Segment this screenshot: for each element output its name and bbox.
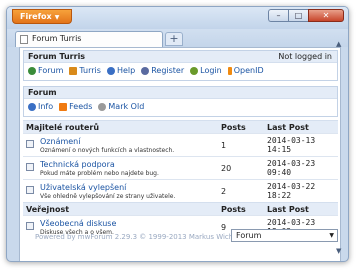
- forum-header-title-bar: Forum Turris Not logged in: [24, 51, 337, 63]
- forum-status-icon: [26, 222, 34, 231]
- nav-openid-label: OpenID: [233, 66, 264, 75]
- home-icon: [69, 66, 78, 75]
- chevron-down-icon: ▼: [54, 14, 60, 21]
- forum-post-count: 20: [218, 156, 264, 180]
- chevron-down-icon: ▼: [329, 232, 334, 239]
- rss-icon: [59, 102, 68, 111]
- nav-login-label: Login: [200, 66, 222, 75]
- table-row: Technická podpora Pokud máte problém neb…: [23, 156, 338, 180]
- category-header-row: Majitelé routerů Posts Last Post: [23, 120, 338, 134]
- forum-box-title: Forum: [28, 88, 57, 97]
- forum-title: Forum Turris: [28, 52, 86, 61]
- scroll-down-arrow-icon[interactable]: ▼: [336, 247, 341, 255]
- nav-turris-label: Turris: [79, 66, 101, 75]
- forum-box-frame: Forum Info Feeds Mark Old: [23, 86, 338, 117]
- forum-jump-select[interactable]: Forum ▼: [231, 229, 338, 242]
- forum-link-uzivatelska-vylepseni[interactable]: Uživatelská vylepšení: [40, 183, 215, 192]
- nav-turris-link[interactable]: Turris: [69, 66, 101, 75]
- close-button[interactable]: ✕: [308, 9, 344, 22]
- forum-description: Vše ohledně vylepšování ze strany uživat…: [40, 192, 176, 200]
- nav-forum-link[interactable]: Forum: [28, 66, 63, 75]
- info-icon: [28, 102, 36, 111]
- login-icon: [190, 66, 199, 75]
- page-content: Forum Turris Not logged in Forum Turris …: [19, 47, 341, 261]
- forum-description: Pokud máte problém nebo najdete bug.: [40, 169, 159, 177]
- nav-mark-old-link[interactable]: Mark Old: [98, 102, 144, 111]
- forum-link-oznameni[interactable]: Oznámení: [40, 137, 215, 146]
- nav-forum-label: Forum: [38, 66, 64, 75]
- browser-window: Firefox ▼ – □ ✕ Forum Turris + Forum Turr…: [6, 6, 349, 262]
- table-row: Oznámení Oznámení o nových funkcích a vl…: [23, 133, 338, 157]
- last-post-column-header: Last Post: [264, 202, 338, 216]
- firefox-menu-label: Firefox: [20, 12, 52, 21]
- forum-select-value: Forum: [236, 231, 262, 240]
- nav-feeds-label: Feeds: [69, 102, 93, 111]
- forum-description: Oznámení o nových funkcích a vlastnostec…: [40, 146, 175, 154]
- last-post-column-header: Last Post: [264, 120, 338, 134]
- posts-column-header: Posts: [218, 120, 264, 134]
- nav-feeds-link[interactable]: Feeds: [59, 102, 92, 111]
- forum-status-icon: [26, 163, 34, 171]
- forum-last-post: 2014-03-23 09:40: [264, 156, 338, 180]
- forum-header-frame: Forum Turris Not logged in Forum Turris …: [23, 50, 338, 81]
- nav-info-label: Info: [38, 102, 54, 111]
- nav-info-link[interactable]: Info: [28, 102, 53, 111]
- forum-list-table: Majitelé routerů Posts Last Post Oznámen…: [23, 120, 338, 239]
- nav-help-label: Help: [116, 66, 136, 75]
- openid-icon: [227, 66, 232, 75]
- help-icon: [106, 66, 115, 75]
- posts-column-header: Posts: [218, 202, 264, 216]
- forum-post-count: 1: [218, 133, 264, 157]
- category-name: Veřejnost: [23, 202, 218, 216]
- forum-post-count: 2: [218, 179, 264, 203]
- nav-mark-old-label: Mark Old: [108, 102, 145, 111]
- nav-register-link[interactable]: Register: [141, 66, 184, 75]
- category-header-row: Veřejnost Posts Last Post: [23, 202, 338, 216]
- firefox-menu-button[interactable]: Firefox ▼: [12, 9, 72, 24]
- forum-box-title-bar: Forum: [24, 87, 337, 99]
- maximize-button[interactable]: □: [288, 9, 308, 22]
- forum-header-nav: Forum Turris Help Register Login OpenID: [24, 63, 337, 78]
- nav-register-label: Register: [151, 66, 185, 75]
- tab-forum-turris[interactable]: Forum Turris: [15, 31, 163, 47]
- tab-strip: Forum Turris +: [7, 29, 348, 47]
- forum-box-nav: Info Feeds Mark Old: [24, 99, 337, 114]
- forum-link-technicka-podpora[interactable]: Technická podpora: [40, 160, 215, 169]
- nav-login-link[interactable]: Login: [190, 66, 222, 75]
- nav-help-link[interactable]: Help: [106, 66, 136, 75]
- globe-icon: [28, 66, 36, 75]
- star-icon: [98, 102, 107, 111]
- register-icon: [141, 66, 150, 75]
- forum-link-vseobecna-diskuse[interactable]: Všeobecná diskuse: [40, 219, 215, 228]
- title-bar: Firefox ▼ – □ ✕: [7, 7, 348, 29]
- forum-status-icon: [26, 186, 34, 194]
- page-icon: [20, 35, 28, 44]
- new-tab-button[interactable]: +: [165, 32, 183, 46]
- forum-last-post: 2014-03-22 18:22: [264, 179, 338, 203]
- window-controls: – □ ✕: [268, 9, 344, 22]
- category-name: Majitelé routerů: [23, 120, 218, 134]
- tab-title: Forum Turris: [32, 34, 82, 43]
- scroll-up-arrow-icon[interactable]: ▲: [336, 40, 341, 48]
- login-status: Not logged in: [278, 52, 332, 61]
- minimize-button[interactable]: –: [268, 9, 288, 22]
- nav-openid-link[interactable]: OpenID: [227, 66, 264, 75]
- forum-status-icon: [26, 140, 34, 148]
- forum-last-post: 2014-03-13 14:15: [264, 133, 338, 157]
- table-row: Uživatelská vylepšení Vše ohledně vylepš…: [23, 179, 338, 203]
